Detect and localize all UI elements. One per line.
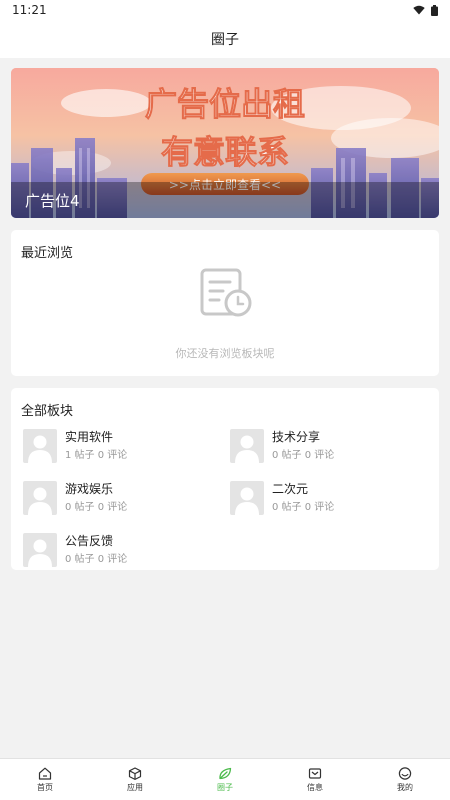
board-item[interactable]: 游戏娱乐 0 帖子 0 评论 <box>23 481 230 516</box>
board-item[interactable]: 实用软件 1 帖子 0 评论 <box>23 429 230 464</box>
board-avatar <box>230 429 264 463</box>
tab-label: 圈子 <box>217 782 233 792</box>
user-placeholder-icon <box>235 435 259 463</box>
board-stats: 0 帖子 0 评论 <box>272 502 335 513</box>
recent-title: 最近浏览 <box>21 246 74 261</box>
board-name: 实用软件 <box>65 430 114 444</box>
board-item[interactable]: 技术分享 0 帖子 0 评论 <box>230 429 437 464</box>
board-name: 技术分享 <box>272 430 321 444</box>
banner-headline: 广告位出租 <box>145 85 305 123</box>
board-stats: 1 帖子 0 评论 <box>65 450 128 461</box>
history-document-icon <box>200 268 252 317</box>
tab-circle[interactable]: 圈子 <box>180 759 270 800</box>
tab-mine[interactable]: 我的 <box>360 759 450 800</box>
board-avatar <box>230 481 264 515</box>
board-avatar <box>23 429 57 463</box>
board-stats: 0 帖子 0 评论 <box>272 450 335 461</box>
board-name: 公告反馈 <box>65 534 114 548</box>
banner-caption-bar: 广告位4 <box>11 182 439 218</box>
cube-icon <box>128 766 142 780</box>
main-content: 广告位出租 有意联系 >>点击立即查看<< 广告位4 最近浏览 你还没有浏览板块… <box>0 58 450 570</box>
banner-subline: 有意联系 <box>161 133 289 171</box>
board-name: 游戏娱乐 <box>65 482 114 496</box>
board-avatar <box>23 481 57 515</box>
mail-icon <box>308 767 322 779</box>
board-grid: 实用软件 1 帖子 0 评论 技术分享 0 帖子 0 评论 游戏娱乐 0 帖子 … <box>11 419 439 568</box>
board-item[interactable]: 二次元 0 帖子 0 评论 <box>230 481 437 516</box>
board-stats: 0 帖子 0 评论 <box>65 502 128 513</box>
tab-label: 首页 <box>37 782 53 792</box>
tab-messages[interactable]: 信息 <box>270 759 360 800</box>
user-placeholder-icon <box>235 487 259 515</box>
status-time: 11:21 <box>12 3 47 17</box>
status-bar: 11:21 <box>0 0 450 20</box>
ad-banner[interactable]: 广告位出租 有意联系 >>点击立即查看<< 广告位4 <box>11 68 439 218</box>
board-item[interactable]: 公告反馈 0 帖子 0 评论 <box>23 533 230 568</box>
recent-browse-card: 最近浏览 你还没有浏览板块呢 <box>11 230 439 376</box>
banner-caption: 广告位4 <box>25 191 80 210</box>
battery-icon <box>431 4 438 16</box>
user-placeholder-icon <box>28 539 52 567</box>
boards-title: 全部板块 <box>21 404 74 419</box>
user-placeholder-icon <box>28 487 52 515</box>
user-placeholder-icon <box>28 435 52 463</box>
board-stats: 0 帖子 0 评论 <box>65 554 128 565</box>
leaf-icon <box>219 767 232 779</box>
home-icon <box>38 767 52 780</box>
bottom-tab-bar: 首页 应用 圈子 信息 我的 <box>0 758 450 800</box>
tab-label: 我的 <box>397 782 413 792</box>
board-name: 二次元 <box>272 482 309 496</box>
wifi-icon <box>413 5 425 15</box>
tab-label: 信息 <box>307 782 323 792</box>
tab-apps[interactable]: 应用 <box>90 759 180 800</box>
tab-label: 应用 <box>127 782 143 792</box>
status-icons <box>413 4 438 16</box>
all-boards-card: 全部板块 实用软件 1 帖子 0 评论 技术分享 0 帖子 0 评论 游戏娱乐 … <box>11 388 439 570</box>
page-title: 圈子 <box>211 32 239 48</box>
nav-bar: 圈子 <box>0 20 450 58</box>
empty-state-text: 你还没有浏览板块呢 <box>175 347 275 360</box>
board-avatar <box>23 533 57 567</box>
tab-home[interactable]: 首页 <box>0 759 90 800</box>
smile-icon <box>398 766 412 780</box>
